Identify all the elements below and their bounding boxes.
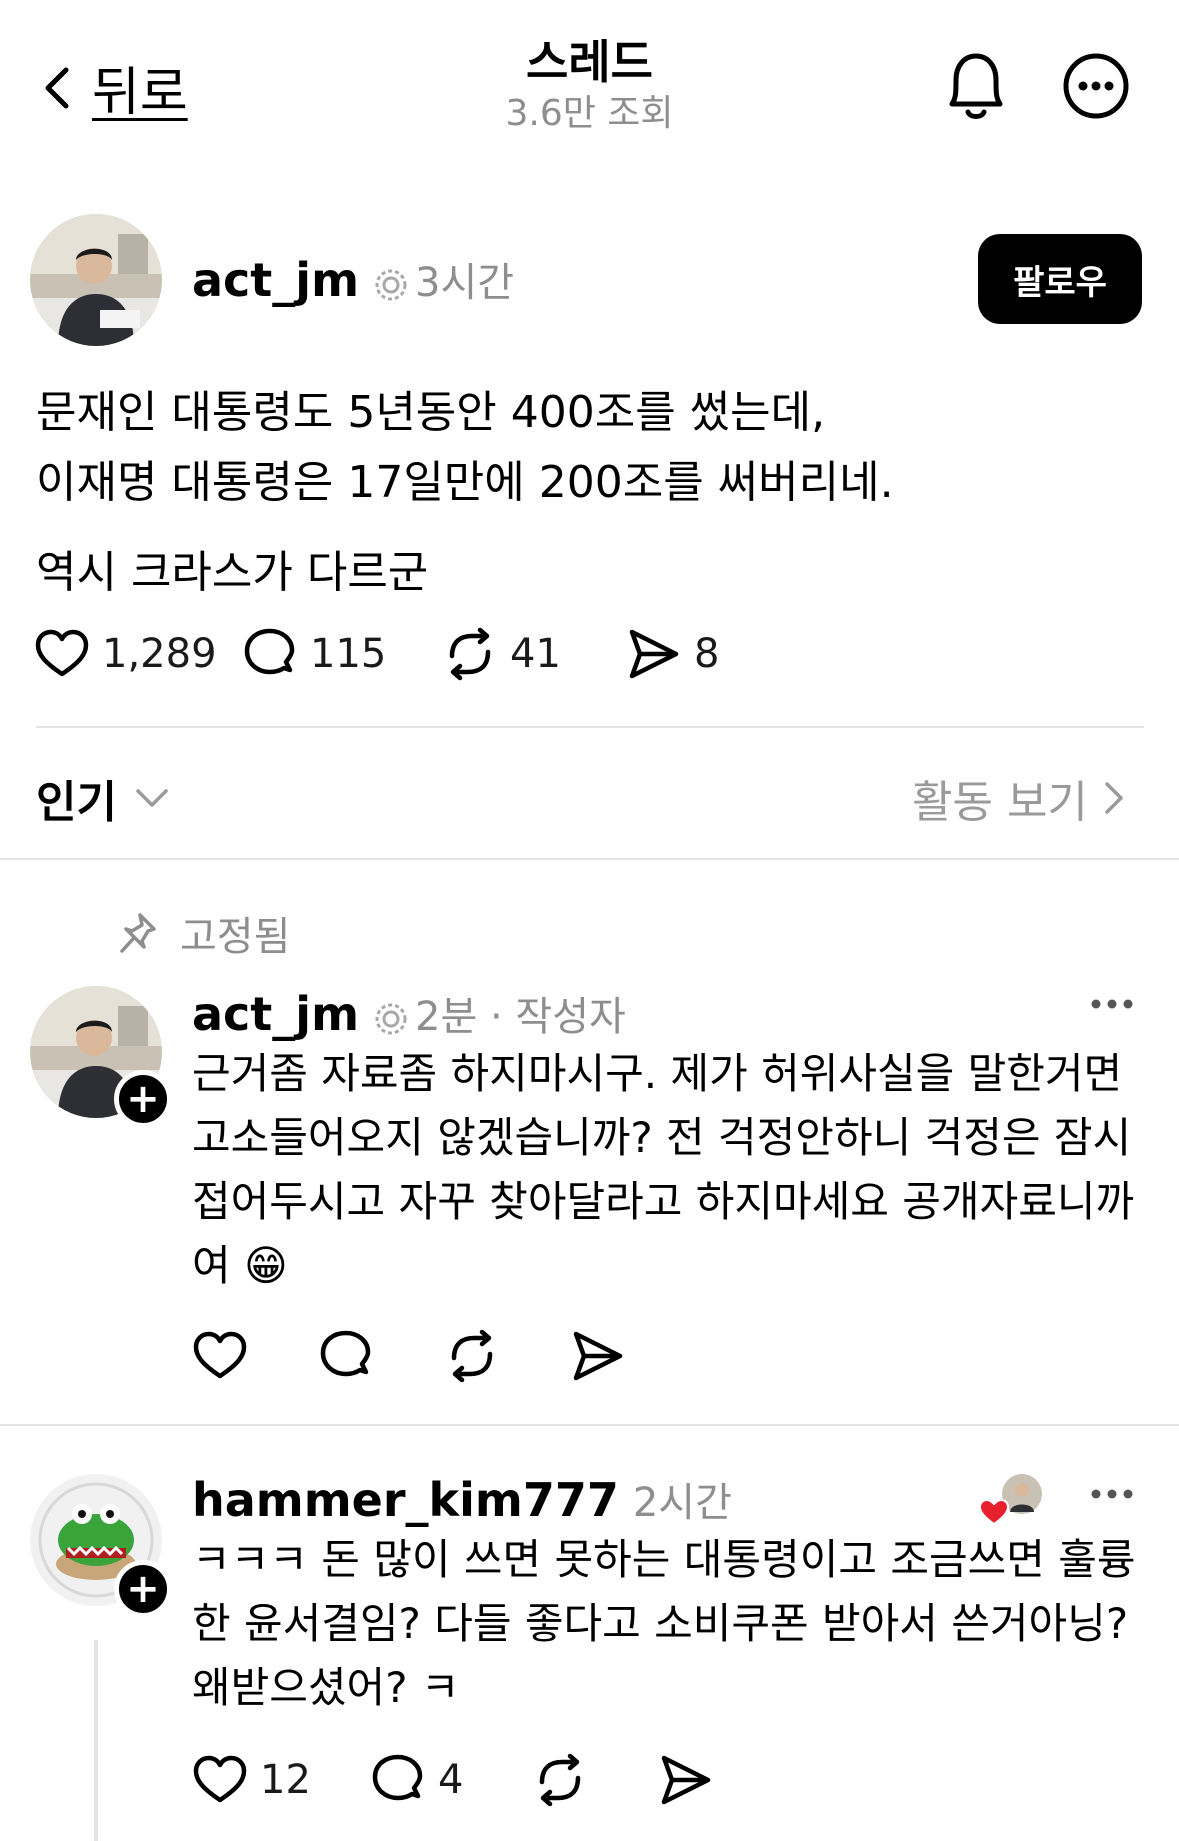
send-icon — [573, 1331, 623, 1381]
reply-text-line: 여 😁 — [192, 1241, 288, 1290]
author-tag: 작성자 — [515, 994, 626, 1040]
heart-icon — [35, 629, 89, 677]
verified-badge-icon — [375, 1003, 407, 1035]
divider — [0, 1424, 1179, 1426]
heart-icon — [193, 1331, 247, 1379]
like-button[interactable] — [192, 1328, 318, 1384]
like-button[interactable]: 12 — [192, 1752, 370, 1808]
post-text-line: 역시 크라스가 다르군 — [36, 547, 429, 598]
pinned-label: 고정됨 — [180, 914, 291, 960]
reply-text-line: 왜받으셨어? ㅋ — [192, 1663, 460, 1712]
send-icon — [661, 1755, 711, 1805]
post-body: 문재인 대통령도 5년동안 400조를 썼는데, 이재명 대통령은 17일만에 … — [36, 378, 1136, 608]
thread-line — [94, 1640, 98, 1841]
reply-text-line: 근거좀 자료좀 하지마시구. 제가 허위사실을 말한거면 — [192, 1049, 1123, 1098]
post-header: act_jm 3시간 — [192, 250, 514, 308]
repost-button[interactable] — [532, 1752, 658, 1808]
pin-icon — [120, 913, 156, 953]
post-meta: 3시간 — [373, 250, 514, 308]
share-button[interactable]: 8 — [626, 626, 719, 682]
plus-icon[interactable]: + — [114, 1070, 172, 1128]
heart-icon — [193, 1755, 247, 1803]
post-text-line: 이재명 대통령은 17일만에 200조를 써버리네. — [36, 457, 894, 508]
repost-icon — [451, 1329, 493, 1383]
repost-button[interactable] — [444, 1328, 570, 1384]
more-circle-icon[interactable] — [1062, 52, 1130, 120]
heart-icon — [978, 1498, 1010, 1526]
follow-button[interactable]: 팔로우 — [978, 234, 1142, 324]
avatar-image — [30, 214, 162, 346]
reply-text-line: 한 윤서결임? 다들 좋다고 소비쿠폰 받아서 쓴거아닝? — [192, 1599, 1129, 1648]
reply-time: 2분 — [415, 994, 478, 1040]
reply-button[interactable]: 115 — [242, 626, 442, 682]
reply-action-bar: 12 4 — [192, 1752, 714, 1808]
view-activity-link[interactable]: 활동 보기 — [912, 766, 1124, 830]
sort-dropdown[interactable]: 인기 — [36, 766, 169, 830]
sort-label: 인기 — [36, 777, 117, 828]
activity-label: 활동 보기 — [912, 777, 1088, 828]
avatar[interactable] — [30, 214, 162, 346]
reply-button[interactable] — [318, 1328, 444, 1384]
reply-time: 2시간 — [632, 1480, 732, 1526]
share-button[interactable] — [570, 1328, 626, 1384]
like-count: 1,289 — [102, 631, 217, 677]
repost-count: 41 — [510, 631, 561, 677]
chevron-right-icon — [1105, 782, 1123, 814]
reply-username[interactable]: hammer_kim777 — [192, 1473, 619, 1527]
reply-body: ㅋㅋㅋ 돈 많이 쓰면 못하는 대통령이고 조금쓰면 훌륭 한 윤서결임? 다들… — [192, 1528, 1152, 1720]
meta-separator: · — [489, 994, 503, 1040]
reply-header: hammer_kim777 2시간 — [192, 1470, 732, 1528]
pinned-indicator: 고정됨 — [118, 904, 290, 962]
reply-button[interactable]: 4 — [370, 1752, 532, 1808]
send-icon — [629, 629, 679, 679]
repost-icon — [449, 627, 491, 681]
reply-text-line: 접어두시고 자꾸 찾아달라고 하지마세요 공개자료니까 — [192, 1177, 1135, 1226]
like-button[interactable]: 1,289 — [34, 626, 242, 682]
reply-body: 근거좀 자료좀 하지마시구. 제가 허위사실을 말한거면 고소들어오지 않겠습니… — [192, 1042, 1152, 1298]
ellipsis-icon[interactable] — [1090, 992, 1134, 1016]
repost-icon — [539, 1753, 581, 1807]
bell-icon[interactable] — [940, 48, 1012, 124]
like-count: 12 — [260, 1757, 311, 1803]
comment-icon — [320, 1330, 371, 1377]
post-action-bar: 1,289 115 41 8 — [34, 626, 719, 682]
reply-count: 4 — [438, 1757, 464, 1803]
ellipsis-icon[interactable] — [1090, 1482, 1134, 1506]
reply-text-line: 고소들어오지 않겠습니까? 전 걱정안하니 걱정은 잠시 — [192, 1113, 1132, 1162]
author-liked-indicator — [978, 1474, 1042, 1526]
reply-text-line: ㅋㅋㅋ 돈 많이 쓰면 못하는 대통령이고 조금쓰면 훌륭 — [192, 1535, 1136, 1584]
reply-username[interactable]: act_jm — [192, 987, 359, 1041]
comment-icon — [244, 628, 295, 675]
post-text-line: 문재인 대통령도 5년동안 400조를 썼는데, — [36, 387, 826, 438]
reply-meta: 2분 · 작성자 — [373, 984, 626, 1042]
post-time: 3시간 — [415, 260, 515, 306]
repost-button[interactable]: 41 — [442, 626, 626, 682]
share-button[interactable] — [658, 1752, 714, 1808]
reply-action-bar — [192, 1328, 626, 1384]
plus-icon[interactable]: + — [114, 1560, 172, 1618]
post-username[interactable]: act_jm — [192, 253, 359, 307]
divider — [36, 726, 1144, 728]
comment-icon — [372, 1754, 423, 1801]
share-count: 8 — [694, 631, 720, 677]
reply-header: act_jm 2분 · 작성자 — [192, 984, 626, 1042]
chevron-down-icon — [136, 789, 168, 807]
reply-count: 115 — [310, 631, 387, 677]
verified-badge-icon — [375, 269, 407, 301]
divider — [0, 858, 1179, 860]
